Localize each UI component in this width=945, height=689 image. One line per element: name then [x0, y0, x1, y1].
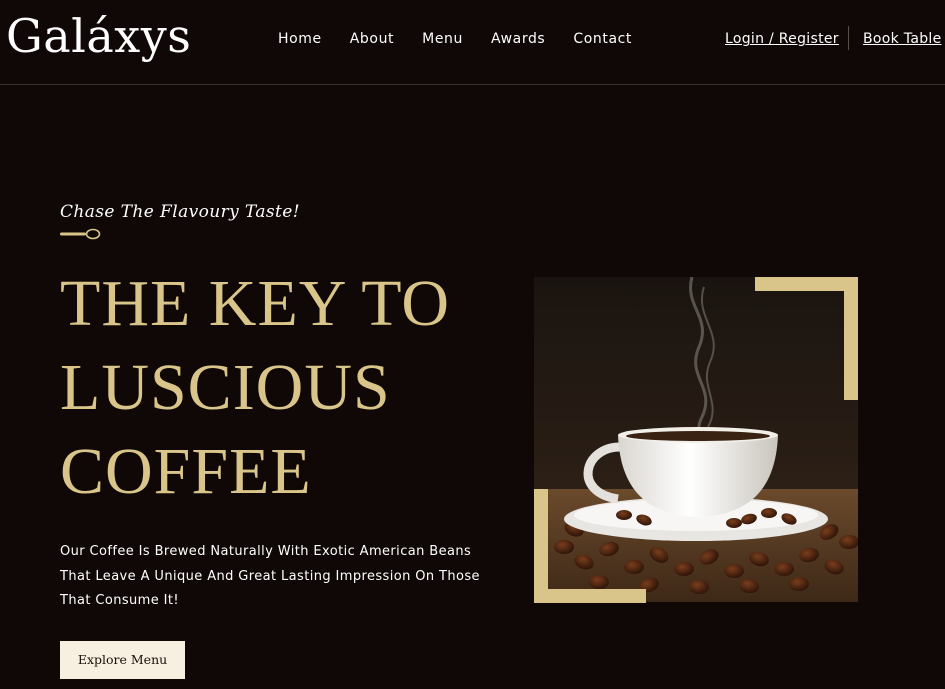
headline-line-3: COFFEE — [60, 435, 312, 508]
spoon-icon — [60, 228, 101, 240]
logo[interactable]: Galáxys — [6, 6, 191, 66]
header-divider — [848, 26, 849, 50]
headline-line-1: THE KEY TO — [60, 267, 451, 340]
nav-awards[interactable]: Awards — [491, 30, 545, 48]
hero-tagline: Chase The Flavoury Taste! — [60, 202, 300, 222]
gold-frame-top-right — [755, 277, 858, 400]
book-table-link[interactable]: Book Table — [863, 30, 942, 48]
nav-contact[interactable]: Contact — [573, 30, 632, 48]
headline-line-2: LUSCIOUS — [60, 351, 391, 424]
nav-menu[interactable]: Menu — [422, 30, 463, 48]
main-nav: Home About Menu Awards Contact — [278, 30, 660, 48]
hero-description: Our Coffee Is Brewed Naturally With Exot… — [60, 544, 480, 608]
hero-headline: THE KEY TO LUSCIOUS COFFEE — [60, 262, 450, 514]
nav-about[interactable]: About — [350, 30, 394, 48]
explore-menu-button[interactable]: Explore Menu — [60, 641, 185, 679]
gold-frame-bottom-left — [534, 489, 646, 603]
nav-home[interactable]: Home — [278, 30, 322, 48]
site-header: Galáxys Home About Menu Awards Contact L… — [0, 0, 945, 85]
login-register-link[interactable]: Login / Register — [725, 30, 839, 48]
